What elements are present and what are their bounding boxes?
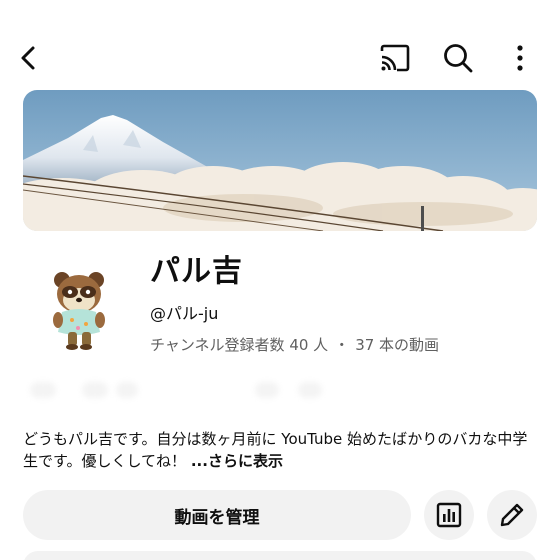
channel-handle: @パル-ju	[150, 304, 219, 323]
manage-videos-button[interactable]: 動画を管理	[23, 490, 411, 540]
subscriber-count: チャンネル登録者数 40 人	[150, 336, 329, 354]
show-more-link[interactable]: ...さらに表示	[191, 452, 283, 470]
pencil-icon	[500, 503, 524, 527]
faded-placeholder-row	[30, 378, 330, 402]
next-section-peek	[23, 551, 537, 560]
banner-image	[23, 90, 537, 231]
back-button[interactable]	[6, 36, 50, 80]
search-icon	[444, 44, 473, 73]
stats-separator: ・	[334, 336, 350, 354]
channel-page: パル吉 @パル-ju チャンネル登録者数 40 人・ 37 本の動画 どうもパル吉…	[0, 0, 560, 560]
faded-placeholder	[82, 382, 108, 398]
search-button[interactable]	[436, 36, 480, 80]
channel-stats: チャンネル登録者数 40 人・ 37 本の動画	[150, 334, 439, 356]
tanuki-avatar-icon	[53, 272, 105, 350]
channel-avatar[interactable]	[44, 266, 114, 352]
back-arrow-icon	[21, 46, 35, 70]
channel-name: パル吉	[150, 254, 243, 289]
faded-placeholder	[116, 382, 138, 398]
cast-icon	[380, 44, 410, 72]
channel-banner	[23, 90, 537, 231]
faded-placeholder	[298, 382, 322, 398]
faded-placeholder	[30, 382, 56, 398]
manage-videos-label: 動画を管理	[174, 507, 260, 528]
edit-channel-button[interactable]	[487, 490, 537, 540]
top-app-bar	[0, 0, 560, 84]
analytics-icon	[436, 502, 462, 528]
channel-description[interactable]: どうもパル吉です。自分は数ヶ月前に YouTube 始めたばかりのバカな中学生で…	[23, 428, 537, 472]
faded-placeholder	[255, 382, 279, 398]
more-vertical-icon	[517, 45, 523, 71]
video-count: 37 本の動画	[355, 336, 440, 354]
cast-button[interactable]	[373, 36, 417, 80]
more-options-button[interactable]	[498, 36, 542, 80]
analytics-button[interactable]	[424, 490, 474, 540]
